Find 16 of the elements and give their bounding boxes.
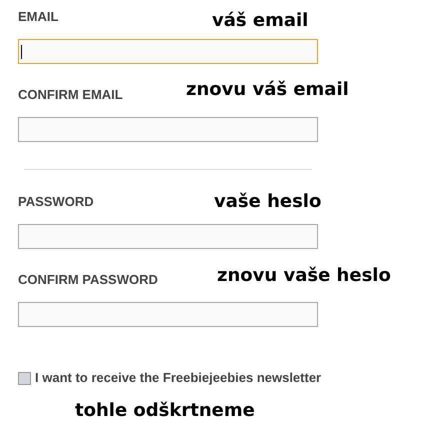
handwritten-note: vaše heslo [214,191,322,213]
handwritten-note: znovu vaše heslo [217,265,391,287]
checkbox-label: I want to receive the Freebiejeebies newsletter [35,370,322,386]
handwritten-note: tohle odškrtneme [75,400,255,421]
text-cursor [21,44,22,58]
field-label: PASSWORD [18,194,94,209]
input-field[interactable] [18,39,318,64]
handwritten-note: váš email [212,10,308,32]
handwritten-note: znovu váš email [186,79,349,101]
field-label: EMAIL [18,9,58,24]
field-label: CONFIRM EMAIL [18,87,123,102]
field-label: CONFIRM PASSWORD [18,272,158,287]
input-field[interactable] [18,117,318,142]
newsletter-checkbox[interactable] [18,372,31,384]
input-field[interactable] [18,224,318,249]
input-field[interactable] [18,302,318,327]
